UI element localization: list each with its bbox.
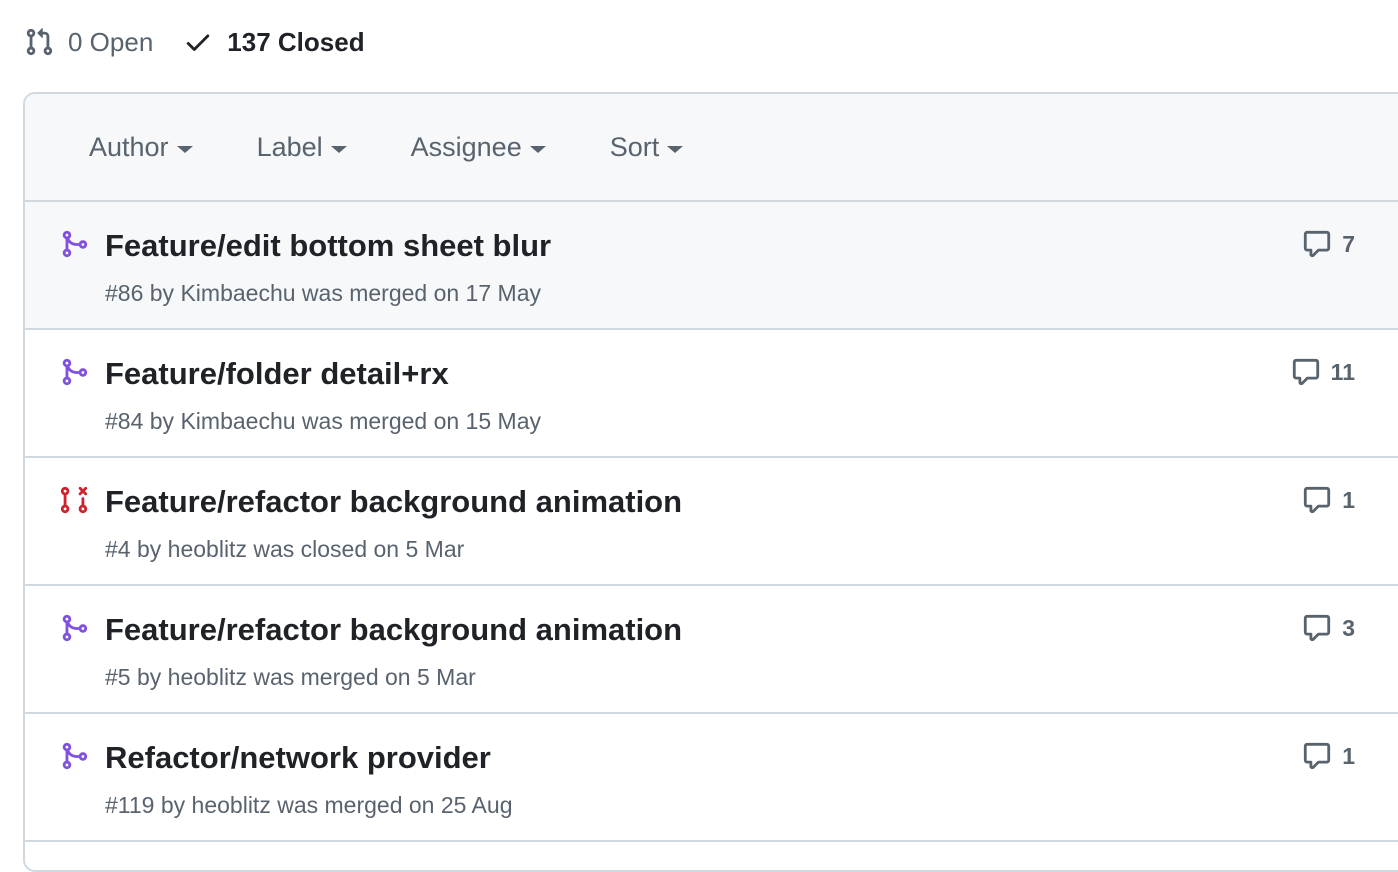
closed-count-label: 137 Closed bbox=[227, 26, 365, 57]
comment-icon bbox=[1304, 614, 1331, 642]
pr-number: #5 bbox=[105, 664, 131, 690]
pr-row[interactable]: Feature/refactor background animation #4… bbox=[25, 458, 1398, 586]
caret-down-icon bbox=[176, 145, 193, 153]
closed-prs-link[interactable]: 137 Closed bbox=[183, 26, 365, 58]
pr-state-toggle: 0 Open 137 Closed bbox=[24, 22, 365, 62]
comment-icon bbox=[1304, 230, 1331, 258]
pr-row[interactable]: Feature/folder detail+rx #84 by Kimbaech… bbox=[25, 330, 1398, 458]
open-count-label: 0 Open bbox=[68, 26, 154, 57]
pr-number: #4 bbox=[105, 536, 131, 562]
pr-status-text: was closed on 5 Mar bbox=[253, 536, 465, 562]
comment-icon bbox=[1304, 742, 1331, 770]
assignee-filter[interactable]: Assignee bbox=[411, 132, 546, 163]
comment-count: 1 bbox=[1342, 486, 1355, 513]
pr-number: #84 bbox=[105, 408, 144, 434]
pr-title-link[interactable]: Refactor/network provider bbox=[105, 740, 491, 776]
pr-author-link[interactable]: heoblitz bbox=[192, 792, 271, 818]
git-merge-icon bbox=[62, 358, 88, 386]
comment-count: 3 bbox=[1342, 614, 1355, 641]
pr-by: by bbox=[160, 792, 186, 818]
pr-status-text: was merged on 5 Mar bbox=[253, 664, 476, 690]
label-filter-label: Label bbox=[256, 131, 323, 162]
author-filter[interactable]: Author bbox=[89, 132, 193, 163]
pr-number: #86 bbox=[105, 280, 144, 306]
pr-status-text: was merged on 25 Aug bbox=[277, 792, 513, 818]
sort-filter[interactable]: Sort bbox=[610, 132, 684, 163]
comment-count: 11 bbox=[1330, 358, 1355, 385]
open-prs-link[interactable]: 0 Open bbox=[24, 27, 153, 58]
pr-row[interactable]: Feature/refactor background animation #5… bbox=[25, 586, 1398, 714]
comments-link[interactable]: 7 bbox=[1302, 229, 1355, 259]
assignee-filter-label: Assignee bbox=[410, 131, 522, 162]
git-pull-request-icon bbox=[26, 28, 53, 56]
pr-by: by bbox=[136, 664, 162, 690]
comment-count: 1 bbox=[1342, 742, 1355, 769]
comments-link[interactable]: 1 bbox=[1302, 741, 1355, 771]
git-merge-icon bbox=[62, 614, 88, 642]
pr-author-link[interactable]: Kimbaechu bbox=[180, 408, 295, 434]
pr-meta: #86 by Kimbaechu was merged on 17 May bbox=[105, 280, 541, 307]
check-icon bbox=[187, 34, 210, 51]
label-filter[interactable]: Label bbox=[257, 132, 347, 163]
comment-icon bbox=[1304, 486, 1331, 514]
pr-author-link[interactable]: heoblitz bbox=[168, 536, 247, 562]
pr-meta: #4 by heoblitz was closed on 5 Mar bbox=[105, 536, 464, 563]
author-filter-label: Author bbox=[89, 131, 169, 162]
pr-meta: #5 by heoblitz was merged on 5 Mar bbox=[105, 664, 476, 691]
pr-by: by bbox=[149, 408, 175, 434]
comments-link[interactable]: 11 bbox=[1291, 357, 1355, 387]
pr-by: by bbox=[149, 280, 175, 306]
comments-link[interactable]: 1 bbox=[1302, 485, 1355, 515]
pr-number: #119 bbox=[105, 792, 155, 818]
git-merge-icon bbox=[62, 742, 88, 770]
pr-row[interactable]: Feature/edit bottom sheet blur #86 by Ki… bbox=[25, 202, 1398, 330]
caret-down-icon bbox=[667, 145, 684, 153]
pr-row[interactable]: Refactor/network provider #119 by heobli… bbox=[25, 714, 1398, 842]
git-pull-request-closed-icon bbox=[60, 486, 88, 514]
pr-by: by bbox=[136, 536, 162, 562]
pr-title-link[interactable]: Feature/refactor background animation bbox=[105, 484, 682, 520]
pr-meta: #84 by Kimbaechu was merged on 15 May bbox=[105, 408, 541, 435]
sort-filter-label: Sort bbox=[609, 131, 660, 162]
pr-author-link[interactable]: Kimbaechu bbox=[180, 280, 295, 306]
comments-link[interactable]: 3 bbox=[1302, 613, 1355, 643]
pr-title-link[interactable]: Feature/refactor background animation bbox=[105, 612, 682, 648]
git-merge-icon bbox=[62, 230, 88, 258]
caret-down-icon bbox=[330, 145, 347, 153]
pr-author-link[interactable]: heoblitz bbox=[168, 664, 247, 690]
caret-down-icon bbox=[529, 145, 546, 153]
pr-title-link[interactable]: Feature/folder detail+rx bbox=[105, 356, 449, 392]
filter-bar: Author Label Assignee Sort bbox=[25, 94, 1398, 202]
comment-icon bbox=[1292, 358, 1319, 386]
pr-title-link[interactable]: Feature/edit bottom sheet blur bbox=[105, 228, 551, 264]
pr-status-text: was merged on 15 May bbox=[301, 408, 541, 434]
comment-count: 7 bbox=[1342, 230, 1355, 257]
pr-status-text: was merged on 17 May bbox=[301, 280, 541, 306]
pr-meta: #119 by heoblitz was merged on 25 Aug bbox=[105, 792, 513, 819]
pr-list-box: Author Label Assignee Sort Feature/edit … bbox=[23, 92, 1398, 872]
